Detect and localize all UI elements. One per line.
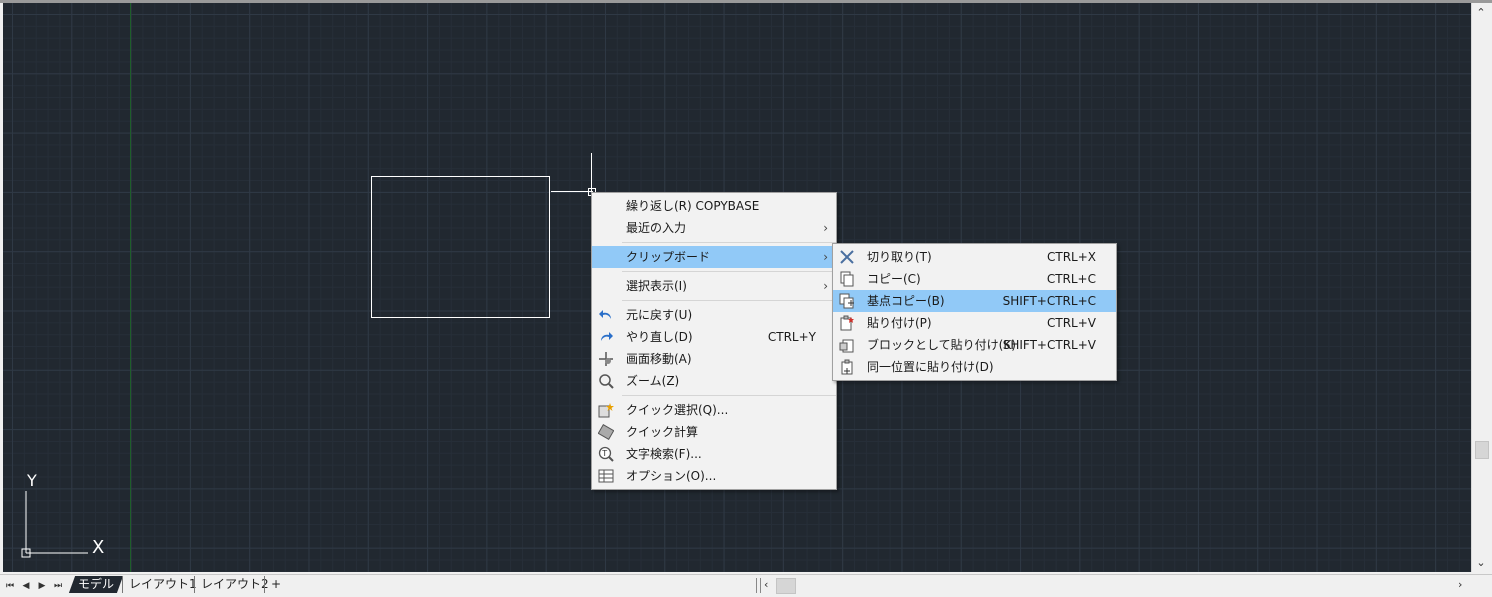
quick-select-icon [598,402,614,418]
menu-item-cut[interactable]: 切り取り(T) CTRL+X [833,246,1116,268]
menu-item-recent-input[interactable]: 最近の入力 › [592,217,836,239]
menu-item-find-text[interactable]: T 文字検索(F)... [592,443,836,465]
pan-icon [598,351,614,367]
first-tab-icon[interactable]: ⏮ [4,578,16,594]
menu-item-options[interactable]: オプション(O)... [592,465,836,487]
layout-tab-bar: ⏮ ◀ ▶ ⏭ モデル レイアウト1 レイアウト2 + ‹ › [0,574,1492,597]
next-tab-icon[interactable]: ▶ [36,578,48,594]
menu-separator [622,300,836,301]
vertical-scrollbar[interactable]: ⌃ ⌄ [1471,3,1490,572]
vertical-scroll-thumb[interactable] [1475,441,1489,459]
redo-icon [598,329,614,345]
options-icon [598,468,614,484]
copy-with-basepoint-icon [839,293,855,309]
chevron-right-icon: › [823,250,828,264]
paste-icon [839,315,855,331]
quick-calc-icon [597,423,615,441]
chevron-right-icon: › [823,279,828,293]
menu-item-redo[interactable]: やり直し(D) CTRL+Y [592,326,836,348]
scroll-down-icon[interactable]: ⌄ [1472,555,1490,571]
clipboard-submenu: 切り取り(T) CTRL+X コピー(C) CTRL+C 基点コピー(B) SH… [832,243,1117,381]
svg-text:T: T [601,449,607,458]
ucs-icon: Y X [13,471,123,563]
horizontal-splitter[interactable] [756,578,761,593]
menu-item-paste[interactable]: 貼り付け(P) CTRL+V [833,312,1116,334]
menu-separator [622,242,836,243]
menu-item-copy[interactable]: コピー(C) CTRL+C [833,268,1116,290]
ucs-y-label: Y [27,471,37,490]
horizontal-scroll-thumb[interactable] [776,578,796,594]
prev-tab-icon[interactable]: ◀ [20,578,32,594]
scroll-up-icon[interactable]: ⌃ [1472,5,1490,21]
tab-layout2[interactable]: レイアウト2 [194,576,275,593]
crosshair-horizontal [551,191,593,192]
menu-item-paste-as-block[interactable]: ブロックとして貼り付け(K) SHIFT+CTRL+V [833,334,1116,356]
undo-icon [598,307,614,323]
menu-item-isolate[interactable]: 選択表示(I) › [592,275,836,297]
cut-icon [839,249,855,265]
menu-item-quick-calc[interactable]: クイック計算 [592,421,836,443]
zoom-icon [598,373,614,389]
copy-icon [839,271,855,287]
context-menu: 繰り返し(R) COPYBASE 最近の入力 › クリップボード › 選択表示(… [591,192,837,490]
menu-item-zoom[interactable]: ズーム(Z) [592,370,836,392]
y-axis-line [130,3,131,572]
scroll-right-icon[interactable]: › [1458,578,1462,591]
tab-model[interactable]: モデル [68,576,124,593]
ucs-x-label: X [92,537,105,558]
add-layout-tab-button[interactable]: + [264,576,287,593]
menu-item-paste-to-original[interactable]: 同一位置に貼り付け(D) [833,356,1116,378]
paste-as-block-icon [839,337,855,353]
menu-item-pan[interactable]: 画面移動(A) [592,348,836,370]
last-tab-icon[interactable]: ⏭ [52,578,64,594]
find-text-icon: T [598,446,614,462]
tab-layout1[interactable]: レイアウト1 [122,576,203,593]
chevron-right-icon: › [823,221,828,235]
menu-item-undo[interactable]: 元に戻す(U) [592,304,836,326]
menu-item-copy-with-basepoint[interactable]: 基点コピー(B) SHIFT+CTRL+C [833,290,1116,312]
menu-item-repeat-copybase[interactable]: 繰り返し(R) COPYBASE [592,195,836,217]
paste-to-original-icon [839,359,855,375]
menu-item-quick-select[interactable]: クイック選択(Q)... [592,399,836,421]
menu-item-clipboard[interactable]: クリップボード › [592,246,836,268]
drawn-rectangle[interactable] [371,176,550,318]
menu-separator [622,271,836,272]
scroll-left-icon[interactable]: ‹ [764,578,768,591]
menu-separator [622,395,836,396]
